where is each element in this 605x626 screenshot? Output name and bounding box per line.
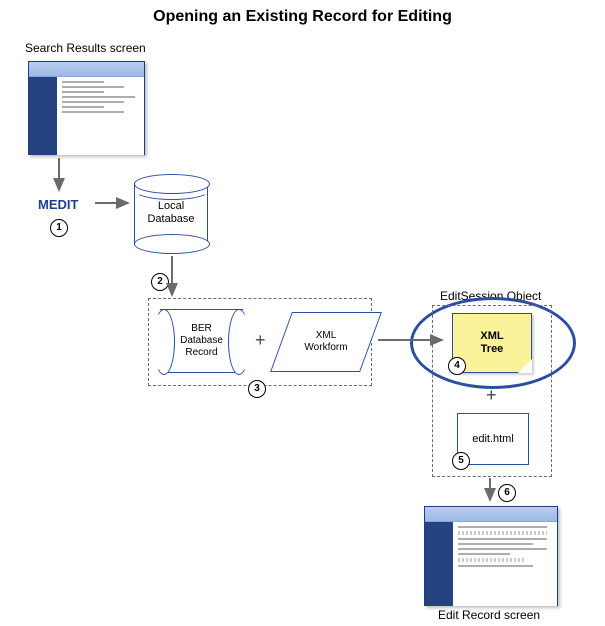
plus-icon-b: + bbox=[486, 385, 497, 406]
search-results-thumbnail bbox=[28, 61, 145, 155]
local-database-label: Local Database bbox=[134, 200, 208, 226]
ber-record-label: BER Database Record bbox=[160, 309, 243, 373]
diagram-stage: Opening an Existing Record for Editing S… bbox=[0, 0, 605, 626]
window-content bbox=[57, 77, 144, 155]
edit-record-label: Edit Record screen bbox=[438, 608, 540, 622]
medit-label: MEDIT bbox=[38, 197, 78, 212]
plus-icon: + bbox=[255, 330, 266, 351]
step-5-badge: 5 bbox=[452, 452, 470, 470]
xml-workform-shape: XML Workform bbox=[270, 312, 382, 372]
step-3-badge: 3 bbox=[248, 380, 266, 398]
search-results-label: Search Results screen bbox=[25, 41, 146, 55]
step-6-badge: 6 bbox=[498, 484, 516, 502]
step-1-badge: 1 bbox=[50, 219, 68, 237]
edit-record-thumbnail bbox=[424, 506, 558, 606]
window-body bbox=[29, 77, 144, 155]
local-database-icon: Local Database bbox=[134, 174, 208, 254]
xml-workform-label: XML Workform bbox=[282, 313, 370, 371]
diagram-title: Opening an Existing Record for Editing bbox=[0, 8, 605, 26]
window-content bbox=[453, 522, 557, 606]
window-sidebar bbox=[29, 77, 57, 155]
step-2-badge: 2 bbox=[151, 273, 169, 291]
window-titlebar bbox=[425, 507, 557, 522]
window-titlebar bbox=[29, 62, 144, 77]
step-4-badge: 4 bbox=[448, 357, 466, 375]
ber-record-shape: BER Database Record bbox=[160, 309, 243, 373]
window-sidebar bbox=[425, 522, 453, 606]
window-body bbox=[425, 522, 557, 606]
